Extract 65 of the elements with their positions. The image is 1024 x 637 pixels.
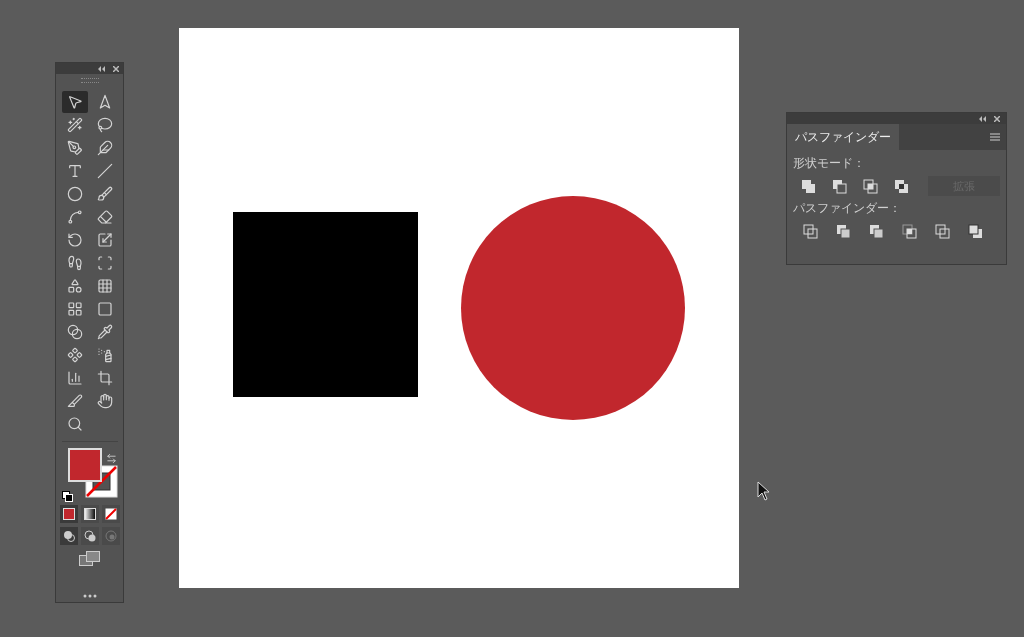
color-mode-button[interactable] bbox=[101, 505, 120, 523]
lasso-icon bbox=[96, 117, 113, 134]
scale-icon bbox=[96, 232, 113, 249]
overlapping-squares-icon bbox=[893, 177, 910, 195]
overlapping-squares-icon bbox=[966, 222, 984, 240]
overlapping-squares-icon bbox=[900, 222, 918, 240]
section-label: パスファインダー： bbox=[793, 200, 902, 217]
collapse-icon[interactable] bbox=[979, 115, 986, 122]
shapes-icon bbox=[66, 278, 83, 295]
gradient-icon bbox=[83, 508, 96, 520]
grid-icon bbox=[96, 278, 113, 295]
wand-icon bbox=[66, 117, 83, 134]
bar-chart-icon bbox=[66, 370, 83, 387]
default-colors-icon[interactable] bbox=[61, 491, 73, 503]
brush-icon bbox=[96, 186, 113, 203]
overlapping-squares-icon bbox=[831, 177, 849, 195]
blend-icon bbox=[66, 324, 83, 341]
crop-icon bbox=[96, 370, 113, 387]
pen-icon bbox=[66, 140, 83, 157]
pointer-icon bbox=[66, 94, 83, 111]
screen-mode-icon[interactable] bbox=[78, 551, 101, 567]
footprints-icon bbox=[66, 255, 83, 272]
color-mode-button[interactable] bbox=[59, 505, 78, 523]
eyedropper-icon bbox=[96, 324, 113, 341]
knife-icon bbox=[66, 393, 83, 410]
menu-icon[interactable] bbox=[990, 133, 1000, 141]
curve-icon bbox=[66, 209, 83, 226]
close-icon[interactable] bbox=[113, 65, 119, 72]
square-icon bbox=[96, 301, 113, 318]
rotate-icon bbox=[66, 232, 83, 249]
tool-button[interactable] bbox=[61, 91, 88, 114]
mesh-icon bbox=[66, 301, 83, 318]
draw-mode-icon bbox=[62, 530, 75, 542]
none-swatch-icon bbox=[104, 508, 117, 520]
hand-icon bbox=[96, 393, 113, 410]
type-icon bbox=[66, 163, 83, 180]
draw-mode-button[interactable] bbox=[80, 527, 99, 545]
section-label: 形状モード： bbox=[793, 155, 866, 172]
search-icon bbox=[66, 416, 83, 433]
overlapping-squares-icon bbox=[834, 222, 852, 240]
frame-icon bbox=[96, 255, 113, 272]
line-icon bbox=[96, 163, 113, 180]
color-mode-button[interactable] bbox=[80, 505, 99, 523]
panel-tab[interactable]: パスファインダー bbox=[787, 124, 899, 150]
swap-icon[interactable] bbox=[105, 453, 117, 465]
draw-mode-icon bbox=[104, 530, 117, 542]
overlapping-squares-icon bbox=[867, 222, 885, 240]
fill-swatch-icon bbox=[62, 508, 75, 520]
component-icon bbox=[66, 347, 83, 364]
feather-icon bbox=[96, 140, 113, 157]
overlapping-squares-icon bbox=[933, 222, 951, 240]
spray-can-icon bbox=[96, 347, 113, 364]
ellipse-icon bbox=[66, 186, 83, 203]
collapse-icon[interactable] bbox=[98, 65, 105, 72]
eraser-icon bbox=[96, 209, 113, 226]
fill-swatch[interactable] bbox=[67, 448, 102, 483]
draw-mode-icon bbox=[83, 530, 96, 542]
draw-mode-button[interactable] bbox=[59, 527, 78, 545]
overlapping-squares-icon bbox=[862, 177, 880, 195]
cursor-icon bbox=[757, 481, 771, 501]
overlapping-squares-icon bbox=[800, 177, 818, 195]
more-icon[interactable] bbox=[82, 594, 97, 598]
grip-icon[interactable] bbox=[80, 78, 99, 84]
overlapping-squares-icon bbox=[801, 222, 819, 240]
close-icon[interactable] bbox=[994, 115, 1000, 122]
